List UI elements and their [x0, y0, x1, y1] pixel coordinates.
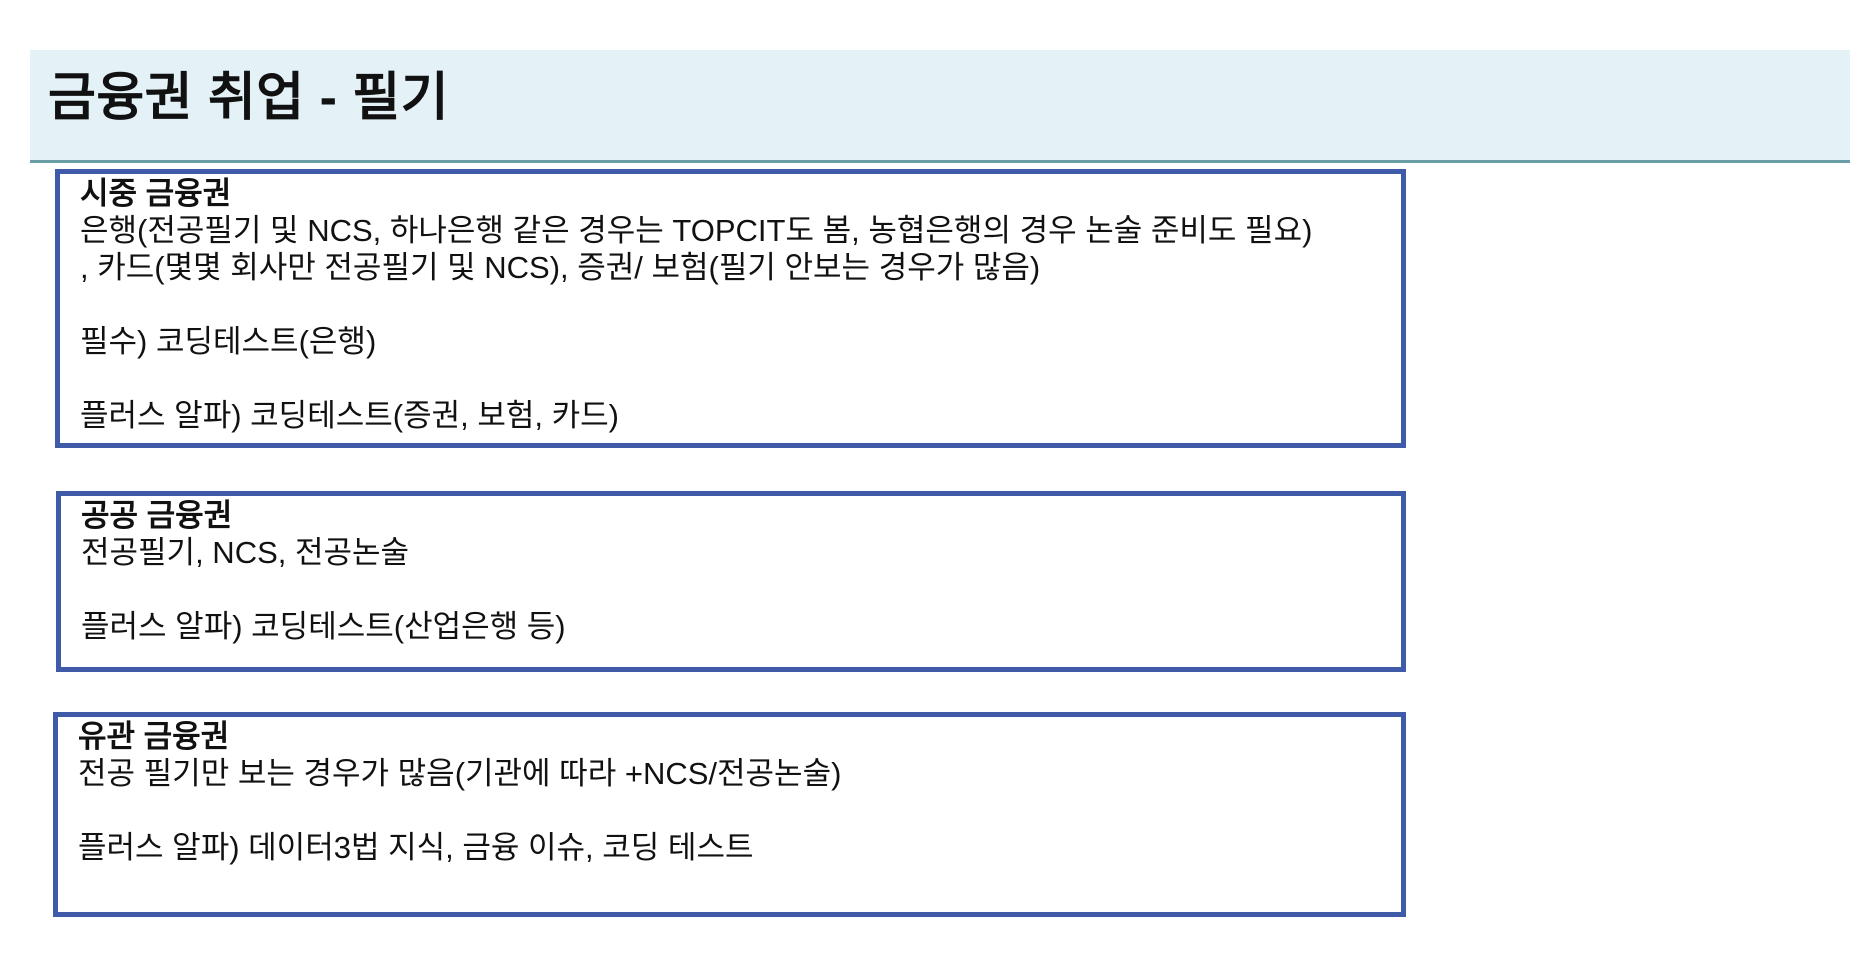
section-line: 플러스 알파) 데이터3법 지식, 금융 이슈, 코딩 테스트	[78, 830, 754, 865]
section-box-public-finance: 공공 금융권 전공필기, NCS, 전공논술 플러스 알파) 코딩테스트(산업은…	[56, 491, 1406, 672]
section-line: , 카드(몇몇 회사만 전공필기 및 NCS), 증권/ 보험(필기 안보는 경…	[80, 250, 1041, 285]
section-line: 플러스 알파) 코딩테스트(산업은행 등)	[81, 609, 566, 644]
section-line: 전공 필기만 보는 경우가 많음(기관에 따라 +NCS/전공논술)	[78, 756, 842, 791]
section-line: 전공필기, NCS, 전공논술	[81, 535, 410, 570]
section-title: 시중 금융권	[80, 176, 232, 211]
section-line: 플러스 알파) 코딩테스트(증권, 보험, 카드)	[80, 398, 619, 433]
page-title: 금융권 취업 - 필기	[48, 69, 450, 127]
section-line: 은행(전공필기 및 NCS, 하나은행 같은 경우는 TOPCIT도 봄, 농협…	[80, 213, 1313, 248]
section-box-commercial-finance: 시중 금융권 은행(전공필기 및 NCS, 하나은행 같은 경우는 TOPCIT…	[55, 169, 1406, 448]
title-bar: 금융권 취업 - 필기	[30, 50, 1850, 163]
section-title: 공공 금융권	[81, 498, 233, 533]
section-title: 유관 금융권	[78, 719, 230, 754]
section-line: 필수) 코딩테스트(은행)	[80, 324, 377, 359]
section-box-related-finance: 유관 금융권 전공 필기만 보는 경우가 많음(기관에 따라 +NCS/전공논술…	[53, 712, 1406, 917]
